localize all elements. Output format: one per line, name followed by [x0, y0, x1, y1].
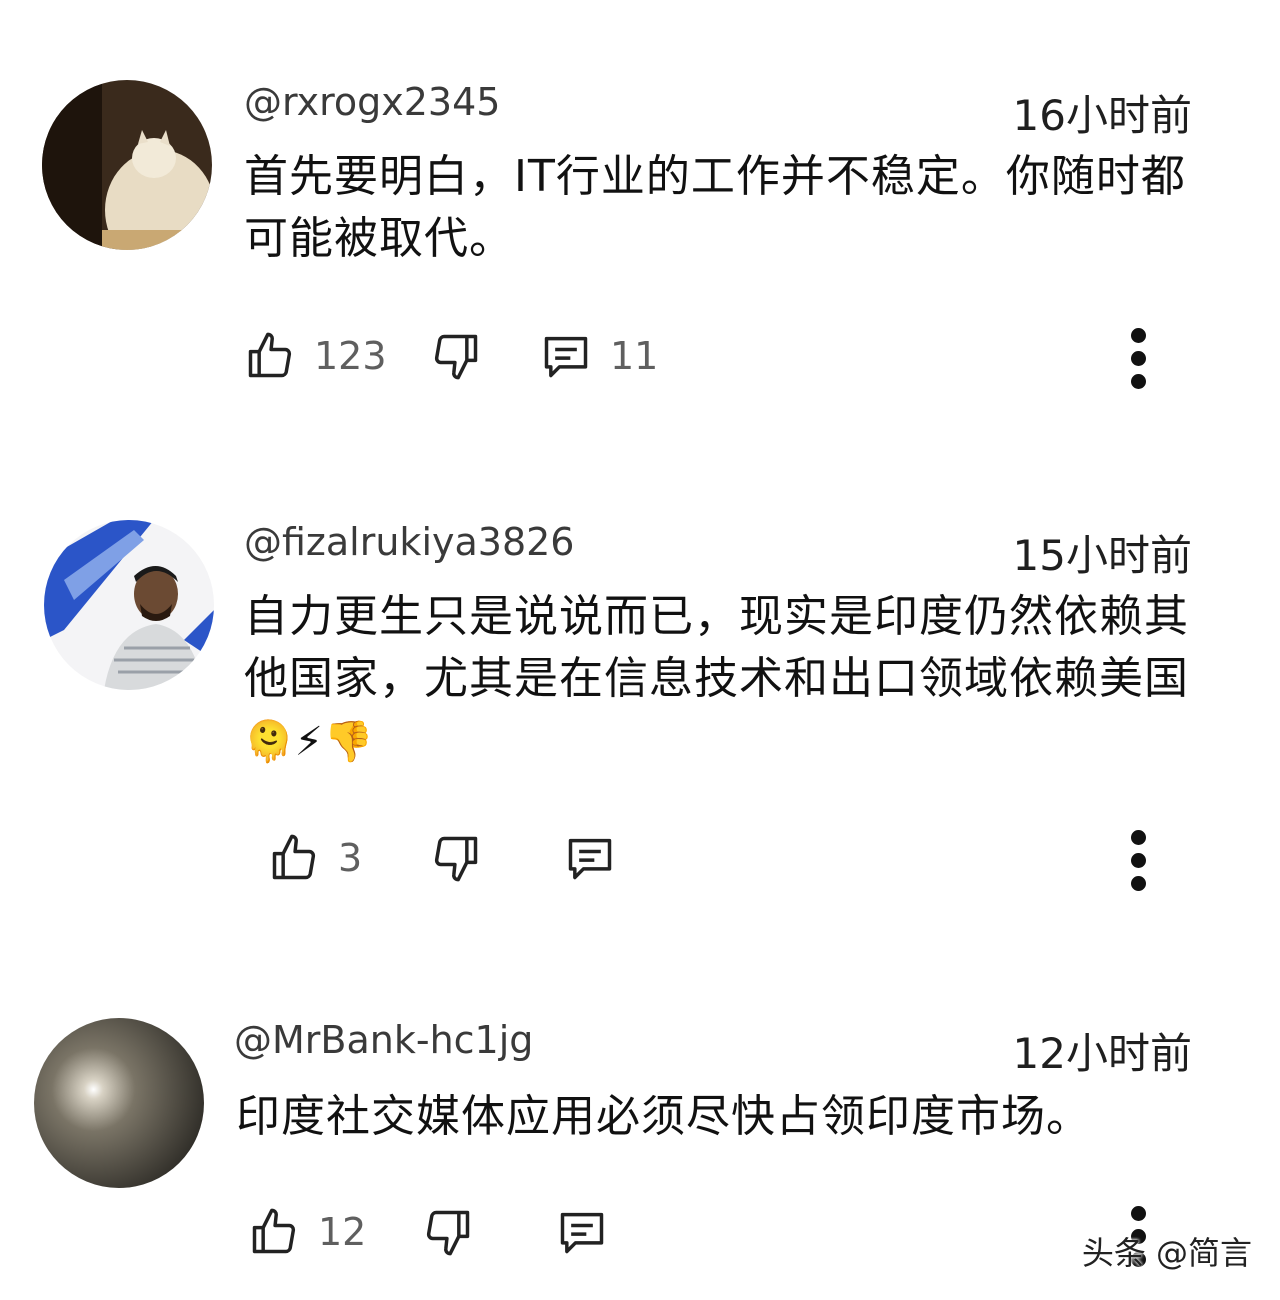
more-options-button[interactable] — [1128, 328, 1148, 390]
comment-username[interactable]: @rxrogx2345 — [244, 80, 500, 124]
watermark: 头条 @简言 — [1081, 1234, 1252, 1272]
comment-timestamp: 12小时前 — [1012, 1029, 1192, 1078]
reply-count: 11 — [610, 334, 659, 378]
comment-emojis: 🫠⚡👎 — [244, 719, 375, 765]
like-count: 123 — [314, 334, 387, 378]
thumb-up-icon — [252, 1208, 296, 1254]
avatar[interactable] — [34, 1018, 204, 1188]
dislike-button[interactable] — [422, 1202, 474, 1262]
reply-button[interactable]: 11 — [540, 326, 658, 386]
more-vert-icon — [1130, 1206, 1146, 1221]
reply-icon — [544, 336, 588, 378]
more-vert-icon — [1130, 328, 1146, 343]
like-button[interactable]: 3 — [268, 828, 362, 888]
comment-actions: 123 11 — [244, 326, 1244, 386]
avatar-cat-image — [42, 80, 212, 250]
reply-button[interactable] — [564, 828, 616, 888]
reply-icon — [568, 838, 612, 880]
reply-button[interactable] — [556, 1202, 608, 1262]
avatar-man-image — [44, 520, 214, 690]
comment-text: 自力更生只是说说而已，现实是印度仍然依赖其他国家，尤其是在信息技术和出口领域依赖… — [244, 586, 1194, 773]
more-vert-icon — [1130, 830, 1146, 845]
avatar-sphere-image — [34, 1018, 204, 1188]
comment-username[interactable]: @fizalrukiya3826 — [244, 520, 574, 564]
avatar[interactable] — [42, 80, 212, 250]
thumb-up-icon — [272, 834, 316, 880]
comment-text: 首先要明白，IT行业的工作并不稳定。你随时都可能被取代。 — [244, 151, 1186, 264]
avatar[interactable] — [44, 520, 214, 690]
like-button[interactable]: 12 — [248, 1202, 366, 1262]
thumb-down-icon — [434, 836, 478, 882]
reply-icon — [560, 1212, 604, 1254]
comment-actions: 3 — [268, 828, 1268, 888]
dislike-button[interactable] — [430, 828, 482, 888]
comment-timestamp: 16小时前 — [1012, 91, 1192, 140]
comment-text: 印度社交媒体应用必须尽快占领印度市场。 — [236, 1091, 1091, 1142]
like-button[interactable]: 123 — [244, 326, 387, 386]
dislike-button[interactable] — [430, 326, 482, 386]
thumb-down-icon — [426, 1210, 470, 1256]
like-count: 3 — [338, 836, 363, 880]
thumb-down-icon — [434, 334, 478, 380]
more-options-button[interactable] — [1128, 830, 1148, 892]
comment-username[interactable]: @MrBank-hc1jg — [234, 1018, 533, 1062]
like-count: 12 — [318, 1210, 367, 1254]
thumb-up-icon — [248, 332, 292, 378]
comment-text-body: 自力更生只是说说而已，现实是印度仍然依赖其他国家，尤其是在信息技术和出口领域依赖… — [244, 591, 1189, 704]
comment-timestamp: 15小时前 — [1012, 531, 1192, 580]
